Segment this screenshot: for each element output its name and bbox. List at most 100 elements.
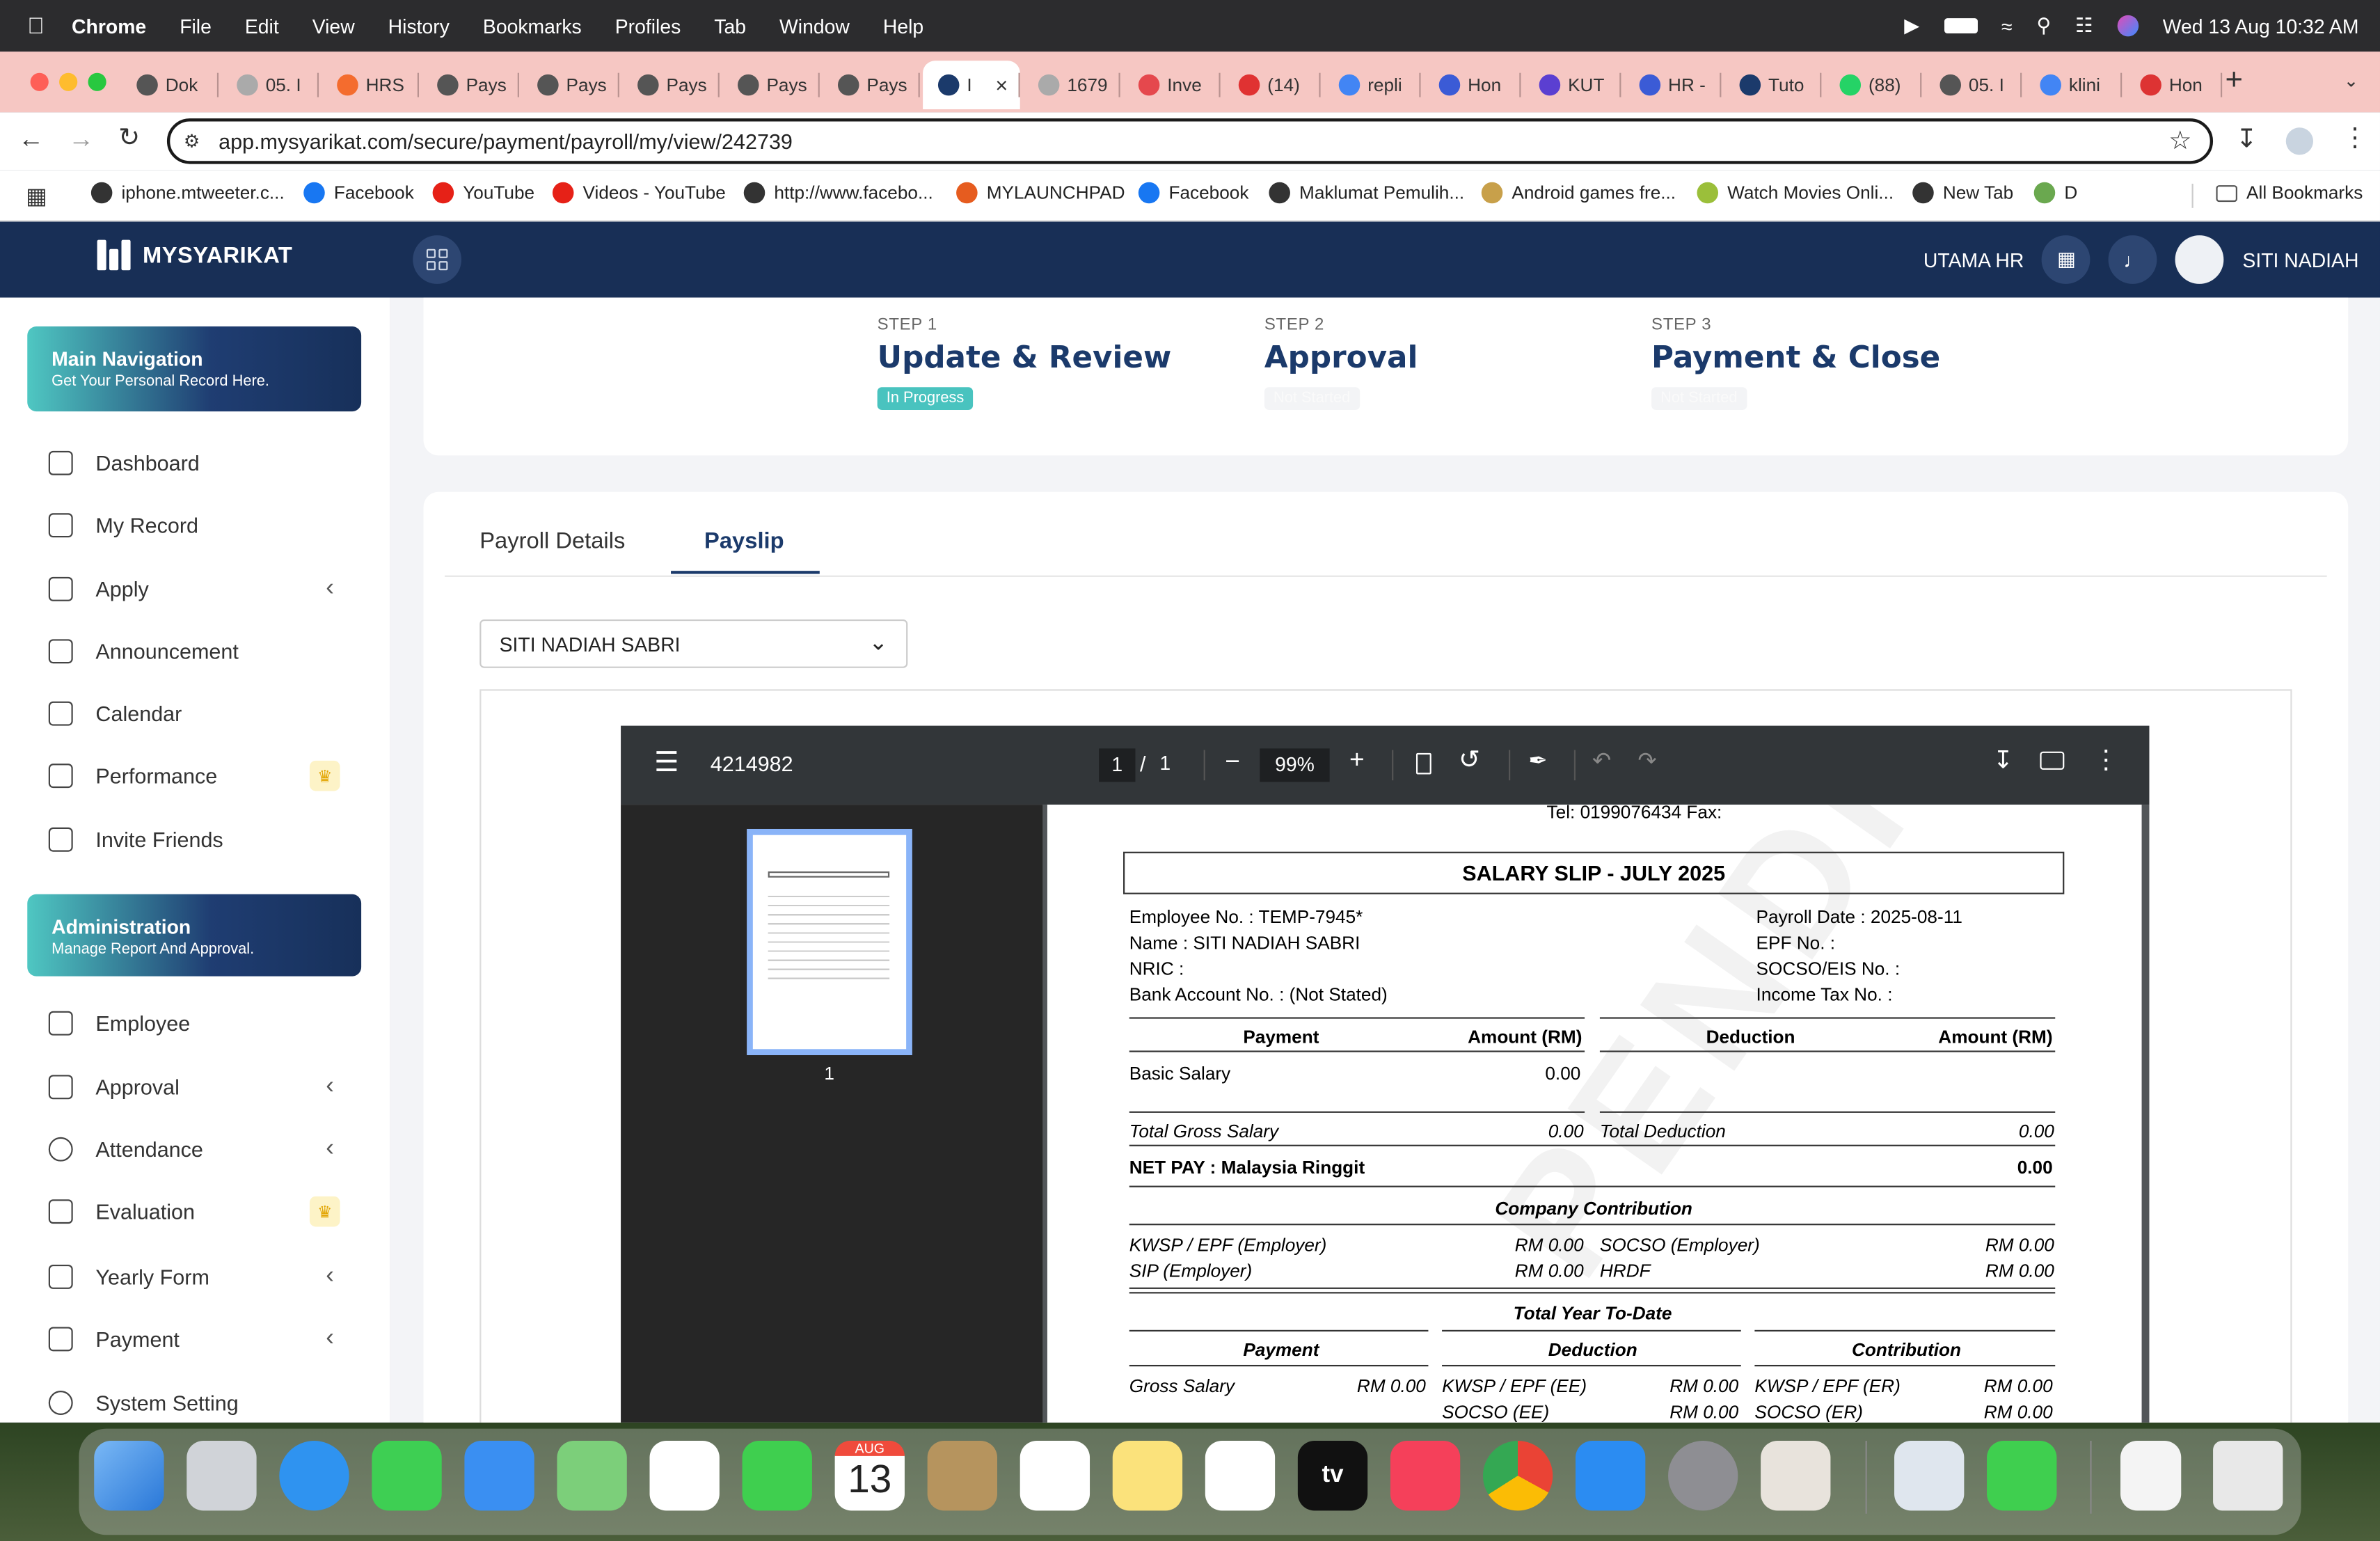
menu-edit[interactable]: Edit <box>245 15 279 38</box>
menu-help[interactable]: Help <box>883 15 923 38</box>
sidebar-item-payment[interactable]: Payment ‹ <box>48 1321 352 1357</box>
numbers-icon[interactable] <box>1987 1441 2057 1511</box>
browser-tab[interactable]: (88) <box>1825 64 1916 106</box>
hamburger-menu-icon[interactable]: ☰ <box>654 747 679 779</box>
sidebar-item-calendar[interactable]: Calendar <box>48 695 352 732</box>
iphone-mirroring-icon[interactable] <box>1761 1441 1831 1511</box>
trash-icon[interactable] <box>2213 1441 2283 1511</box>
company-name[interactable]: UTAMA HR <box>1923 248 2024 271</box>
browser-tab[interactable]: KUT <box>1524 64 1615 106</box>
apple-icon[interactable]:  <box>27 13 45 39</box>
menu-app-name[interactable]: Chrome <box>72 15 146 38</box>
bookmark-item[interactable]: Videos - YouTube <box>552 182 726 204</box>
browser-tab[interactable]: 05. I <box>221 64 312 106</box>
menubar-datetime[interactable]: Wed 13 Aug 10:32 AM <box>2163 15 2359 38</box>
undo-icon[interactable]: ↶ <box>1592 747 1611 774</box>
play-icon[interactable]: ▶ <box>1904 14 1919 38</box>
browser-tab[interactable]: Pays <box>422 64 513 106</box>
downloads-icon[interactable]: ↧ <box>2236 125 2258 155</box>
apple-tv-icon[interactable]: tv <box>1297 1441 1368 1511</box>
browser-tab[interactable]: HR - <box>1624 64 1715 106</box>
brand-logo[interactable]: MYSYARIKAT <box>97 239 293 271</box>
sidebar-item-approval[interactable]: Approval ‹ <box>48 1069 352 1105</box>
sidebar-item-yearly-form[interactable]: Yearly Form ‹ <box>48 1258 352 1295</box>
bookmark-item[interactable]: iphone.mtweeter.c... <box>90 182 285 204</box>
bookmark-item[interactable]: Facebook <box>303 182 414 204</box>
browser-tab[interactable]: HRS <box>322 64 413 106</box>
tab-close-icon[interactable]: × <box>995 73 1008 97</box>
fit-page-icon[interactable] <box>1415 752 1431 775</box>
browser-tab[interactable]: Dok <box>121 64 212 106</box>
bookmark-item[interactable]: Facebook <box>1138 182 1248 204</box>
zoom-out-icon[interactable]: − <box>1225 747 1240 777</box>
chrome-icon[interactable] <box>1482 1441 1553 1511</box>
tab-payroll-details[interactable]: Payroll Details <box>479 528 625 554</box>
more-options-icon[interactable]: ⋮ <box>2093 745 2119 776</box>
menu-file[interactable]: File <box>180 15 212 38</box>
wifi-icon[interactable]: ≈ <box>2001 15 2013 38</box>
menu-view[interactable]: View <box>312 15 355 38</box>
zoom-input[interactable]: 99% <box>1260 748 1330 782</box>
tab-search-icon[interactable]: ⌄ <box>2344 70 2359 91</box>
menu-history[interactable]: History <box>388 15 450 38</box>
company-switch-button[interactable]: ▦ <box>2042 235 2091 284</box>
browser-tab[interactable]: Tuto <box>1724 64 1816 106</box>
calendar-app-icon[interactable]: AUG 13 <box>834 1441 905 1511</box>
site-info-icon[interactable]: ⚙ <box>184 131 200 152</box>
new-tab-icon[interactable]: + <box>2226 64 2243 99</box>
address-bar[interactable]: ⚙ app.mysyarikat.com/secure/payment/payr… <box>166 118 2214 164</box>
music-icon[interactable] <box>1390 1441 1461 1511</box>
sidebar-item-employee[interactable]: Employee <box>48 1005 352 1041</box>
forward-icon[interactable]: → <box>68 125 94 155</box>
browser-tab[interactable]: repli <box>1324 64 1415 106</box>
menu-profiles[interactable]: Profiles <box>615 15 681 38</box>
maps-icon[interactable] <box>557 1441 627 1511</box>
battery-icon[interactable] <box>1943 18 1977 33</box>
mail-icon[interactable] <box>464 1441 534 1511</box>
print-icon[interactable] <box>2040 751 2065 770</box>
system-settings-icon[interactable] <box>1668 1441 1738 1511</box>
contacts-icon[interactable] <box>927 1441 997 1511</box>
sidebar-item-announcement[interactable]: Announcement <box>48 633 352 670</box>
sidebar-item-performance[interactable]: Performance ♛ <box>48 757 352 793</box>
bookmark-item[interactable]: YouTube <box>432 182 534 204</box>
menu-bookmarks[interactable]: Bookmarks <box>483 15 582 38</box>
bookmark-star-icon[interactable]: ☆ <box>2168 126 2191 157</box>
photos-icon[interactable] <box>649 1441 720 1511</box>
siri-icon[interactable] <box>2117 15 2139 37</box>
browser-tab[interactable]: Pays <box>622 64 713 106</box>
window-zoom-icon[interactable] <box>88 72 106 91</box>
safari-icon[interactable] <box>279 1441 349 1511</box>
browser-tab[interactable]: Pays <box>522 64 613 106</box>
download-icon[interactable]: ↧ <box>1993 745 2013 776</box>
redo-icon[interactable]: ↷ <box>1637 747 1656 774</box>
tab-payslip[interactable]: Payslip <box>704 528 784 554</box>
chrome-menu-icon[interactable]: ⋮ <box>2342 123 2367 154</box>
bookmark-item[interactable]: D <box>2033 182 2077 204</box>
page-number-input[interactable]: 1 <box>1099 748 1136 782</box>
employee-select[interactable]: SITI NADIAH SABRI ⌄ <box>479 619 908 668</box>
app-store-icon[interactable] <box>1576 1441 1646 1511</box>
sidebar-item-attendance[interactable]: Attendance ‹ <box>48 1131 352 1167</box>
user-name[interactable]: SITI NADIAH <box>2242 248 2358 271</box>
profile-avatar[interactable] <box>2285 127 2314 155</box>
bookmark-item[interactable]: Maklumat Pemulih... <box>1269 182 1464 204</box>
bookmark-item[interactable]: Android games fre... <box>1481 182 1676 204</box>
window-minimize-icon[interactable] <box>59 72 78 91</box>
browser-tab[interactable]: Hon <box>1424 64 1515 106</box>
bookmark-item[interactable]: Watch Movies Onli... <box>1697 182 1894 204</box>
back-icon[interactable]: ← <box>18 125 44 155</box>
annotate-icon[interactable]: ✒ <box>1528 747 1547 774</box>
browser-tab[interactable]: klini <box>2025 64 2116 106</box>
browser-tab[interactable]: Inve <box>1123 64 1214 106</box>
zoom-in-icon[interactable]: + <box>1349 745 1365 776</box>
notes-icon[interactable] <box>1112 1441 1183 1511</box>
preview-icon[interactable] <box>1894 1441 1965 1511</box>
browser-tab[interactable]: Pays <box>722 64 814 106</box>
browser-tab[interactable]: (14) <box>1223 64 1315 106</box>
bookmark-item[interactable]: http://www.facebo... <box>743 182 933 204</box>
facetime-icon[interactable] <box>742 1441 812 1511</box>
browser-tab[interactable]: 05. I <box>1925 64 2016 106</box>
sidebar-item-system-setting[interactable]: System Setting <box>48 1384 352 1421</box>
rotate-icon[interactable]: ↺ <box>1459 745 1480 776</box>
